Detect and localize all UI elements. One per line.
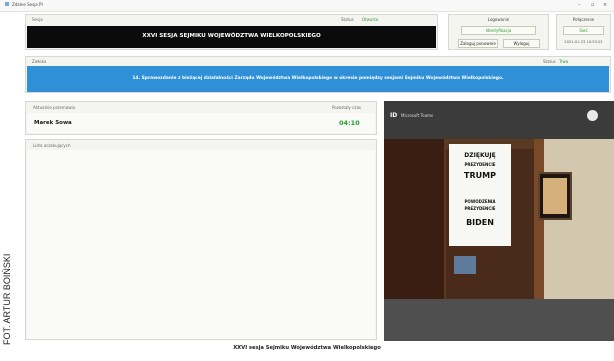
app-icon [5,2,9,6]
portrait [543,178,567,214]
sign-line-6: BIDEN [466,218,494,227]
wall [534,139,614,301]
cabinet-edge [534,139,544,301]
profile-icon[interactable] [587,110,598,121]
logout-button[interactable]: Wyloguj [503,39,540,48]
speaker-row: Marek Sowa 04:10 [27,113,375,133]
time-left-value: 04:10 [339,119,360,127]
agenda-panel: Zwłoka Status Trwa 14. Sprawozdanie z bi… [25,56,611,93]
sign-line-4: POWODZENIA [464,199,496,204]
session-title-banner: XXVI SESJA SEJMIKU WOJEWÓDZTWA WIELKOPOL… [27,26,436,48]
connection-status: Sieć [563,26,604,35]
window-titlebar: Zdalne Sesja PI – ▫ × [0,0,614,12]
connection-datetime: 2021-01-23 10:53:22 [564,40,603,44]
video-footer [384,299,614,341]
queue-panel: Lista oczekujących [25,139,377,340]
agenda-status-value: Trwa [559,59,569,64]
queue-label: Lista oczekujących [33,143,71,148]
sign-line-1: DZIĘKUJĘ [464,152,496,159]
video-feed: ID Microsoft Teams DZIĘKUJĘ PREZYDENCIE … [384,101,614,341]
login-panel: Logowanie Identyfikacja Zaloguj ponownie… [448,14,549,50]
speaker-label: Aktualnie przemawia [33,105,76,110]
minimize-icon[interactable]: – [578,2,581,8]
cabinet-door-left [384,139,444,301]
session-label: Sesja [32,17,43,22]
agenda-label: Zwłoka [32,59,47,64]
sign-line-3: TRUMP [464,171,496,180]
session-title: XXVI SESJA SEJMIKU WOJEWÓDZTWA WIELKOPOL… [142,33,321,39]
session-panel: Sesja Status Otwarta XXVI SESJA SEJMIKU … [25,14,438,50]
queue-list[interactable] [27,150,375,339]
identification-field[interactable]: Identyfikacja [461,26,536,35]
relogin-button[interactable]: Zaloguj ponownie [458,39,498,48]
photo-credit: FOT. ARTUR BOIŃSKI [2,253,12,345]
reflection [454,256,476,274]
protest-sign: DZIĘKUJĘ PREZYDENCIE TRUMP POWODZENIA PR… [449,144,511,246]
agenda-item-text: 14. Sprawozdanie z bieżącej działalności… [132,76,504,81]
session-status-value: Otwarta [362,17,379,22]
sign-line-5: PREZYDENCIE [464,206,496,211]
video-header [384,101,614,139]
agenda-item-banner: 14. Sprawozdanie z bieżącej działalności… [27,66,609,92]
time-left-label: Pozostały czas [332,105,361,110]
agenda-status-label: Status [543,59,556,64]
video-app-label: Microsoft Teams [401,113,434,118]
login-label: Logowanie [487,17,510,22]
maximize-icon[interactable]: ▫ [591,2,594,8]
speaker-name: Marek Sowa [34,120,72,126]
wall-frame [538,172,572,220]
window-title: Zdalne Sesja PI [12,2,43,7]
sign-line-2: PREZYDENCIE [464,162,496,167]
session-status-label: Status [341,17,354,22]
footer-caption: XXVI sesja Sejmiku Województwa Wielkopol… [233,345,381,351]
close-icon[interactable]: × [603,2,607,8]
connection-label: Połączenie [572,17,595,22]
speaker-panel: Aktualnie przemawia Pozostały czas Marek… [25,101,377,135]
connection-panel: Połączenie Sieć 2021-01-23 10:53:22 [556,14,611,50]
teams-logo: ID [390,112,398,119]
